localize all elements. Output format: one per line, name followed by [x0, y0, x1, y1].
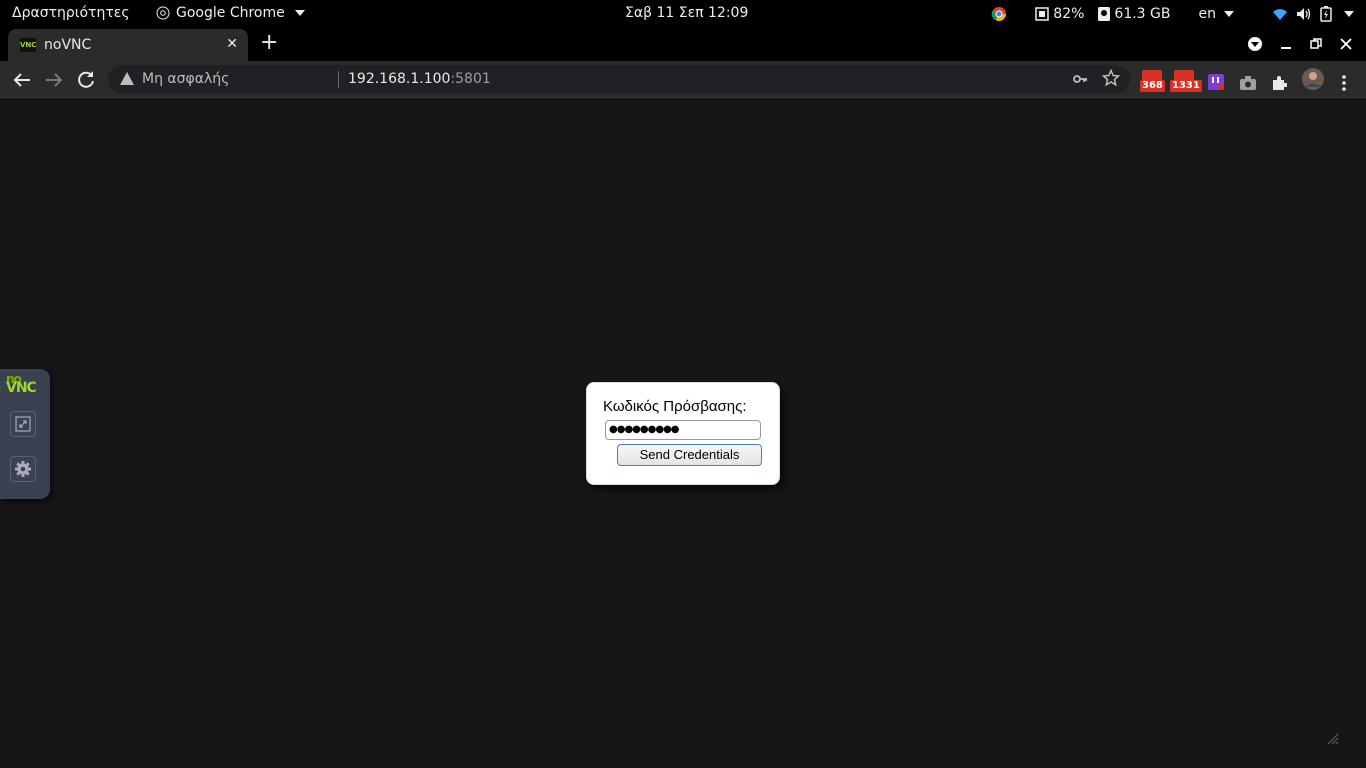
disk-indicator[interactable]: 61.3 GB — [1098, 5, 1171, 22]
fullscreen-button[interactable] — [10, 411, 36, 437]
mail-extension-icon[interactable]: 1331 — [1170, 69, 1202, 92]
fullscreen-icon — [15, 416, 31, 432]
bookmark-star-icon[interactable] — [1102, 69, 1120, 87]
mail-count-badge: 1331 — [1170, 80, 1202, 92]
novnc-logo: no VNC — [6, 373, 42, 396]
tab-search-icon[interactable] — [1248, 37, 1262, 51]
tab-strip: VNC noVNC ✕ + — [0, 27, 1366, 61]
password-field[interactable]: ●●●●●●●●● — [605, 420, 761, 440]
wifi-icon[interactable] — [1272, 7, 1288, 21]
system-top-bar: Δραστηριότητες Google Chrome Σαβ 11 Σεπ … — [0, 0, 1366, 27]
more-options-icon[interactable] — [1337, 71, 1351, 95]
warning-icon[interactable] — [120, 72, 134, 85]
language-value: en — [1198, 5, 1217, 22]
gmail-count-badge: 368 — [1140, 80, 1165, 92]
twitch-extension-icon[interactable] — [1207, 70, 1225, 94]
chevron-down-icon — [1224, 10, 1234, 17]
battery-icon[interactable] — [1320, 5, 1332, 22]
logo-vnc: VNC — [6, 380, 37, 396]
credentials-dialog: Κωδικός Πρόσβασης: ●●●●●●●●● Send Creden… — [586, 382, 780, 485]
memory-icon — [1035, 6, 1050, 21]
activities-button[interactable]: Δραστηριότητες — [12, 5, 130, 21]
security-status[interactable]: Μη ασφαλής — [142, 71, 229, 87]
language-selector[interactable]: en — [1198, 5, 1234, 22]
url-port: :5801 — [450, 71, 491, 87]
chevron-down-icon — [294, 10, 305, 16]
system-tray: 82% 61.3 GB en — [991, 0, 1354, 27]
novnc-screen: no VNC Κωδικός Πρόσβασης: ●●●●●●●●● Send… — [0, 98, 1366, 768]
novnc-control-bar: no VNC — [0, 369, 50, 499]
url-text[interactable]: 192.168.1.100:5801 — [348, 71, 491, 87]
back-arrow-icon[interactable] — [10, 68, 34, 92]
memory-value: 82% — [1053, 5, 1085, 22]
close-window-icon[interactable] — [1340, 38, 1352, 50]
gear-icon — [15, 461, 31, 477]
new-tab-button[interactable]: + — [260, 32, 278, 54]
camera-extension-icon[interactable] — [1239, 71, 1257, 95]
forward-arrow-icon[interactable] — [42, 68, 66, 92]
settings-button[interactable] — [10, 456, 36, 482]
disk-icon — [1098, 6, 1111, 21]
password-label: Κωδικός Πρόσβασης: — [603, 398, 747, 415]
clock[interactable]: Σαβ 11 Σεπ 12:09 — [625, 5, 748, 21]
close-icon[interactable]: ✕ — [226, 36, 238, 52]
profile-avatar[interactable] — [1301, 67, 1325, 91]
window-controls — [1248, 27, 1366, 61]
chrome-outline-icon — [156, 6, 170, 20]
resize-handle-icon — [1327, 733, 1339, 745]
restore-icon[interactable] — [1310, 38, 1322, 50]
tab-novnc[interactable]: VNC noVNC ✕ — [8, 29, 248, 61]
disk-value: 61.3 GB — [1114, 5, 1171, 22]
gmail-extension-icon[interactable]: 368 — [1140, 69, 1165, 92]
memory-indicator[interactable]: 82% — [1035, 6, 1084, 22]
url-host: 192.168.1.100 — [348, 71, 451, 87]
volume-icon[interactable] — [1296, 7, 1312, 21]
app-name: Google Chrome — [176, 5, 285, 21]
chevron-down-icon[interactable] — [1344, 10, 1354, 17]
send-credentials-button[interactable]: Send Credentials — [617, 444, 762, 466]
extensions-puzzle-icon[interactable] — [1271, 71, 1287, 95]
address-bar[interactable]: Μη ασφαλής 192.168.1.100:5801 — [108, 65, 1130, 94]
browser-toolbar: Μη ασφαλής 192.168.1.100:5801 368 1331 — [0, 61, 1366, 98]
key-icon[interactable] — [1072, 71, 1088, 87]
novnc-favicon-icon: VNC — [20, 38, 36, 52]
minimize-icon[interactable] — [1280, 38, 1292, 50]
chrome-tray-icon[interactable] — [991, 6, 1007, 22]
reload-icon[interactable] — [74, 68, 98, 92]
divider — [338, 71, 339, 88]
app-menu[interactable]: Google Chrome — [156, 5, 305, 21]
tab-title: noVNC — [44, 37, 92, 53]
